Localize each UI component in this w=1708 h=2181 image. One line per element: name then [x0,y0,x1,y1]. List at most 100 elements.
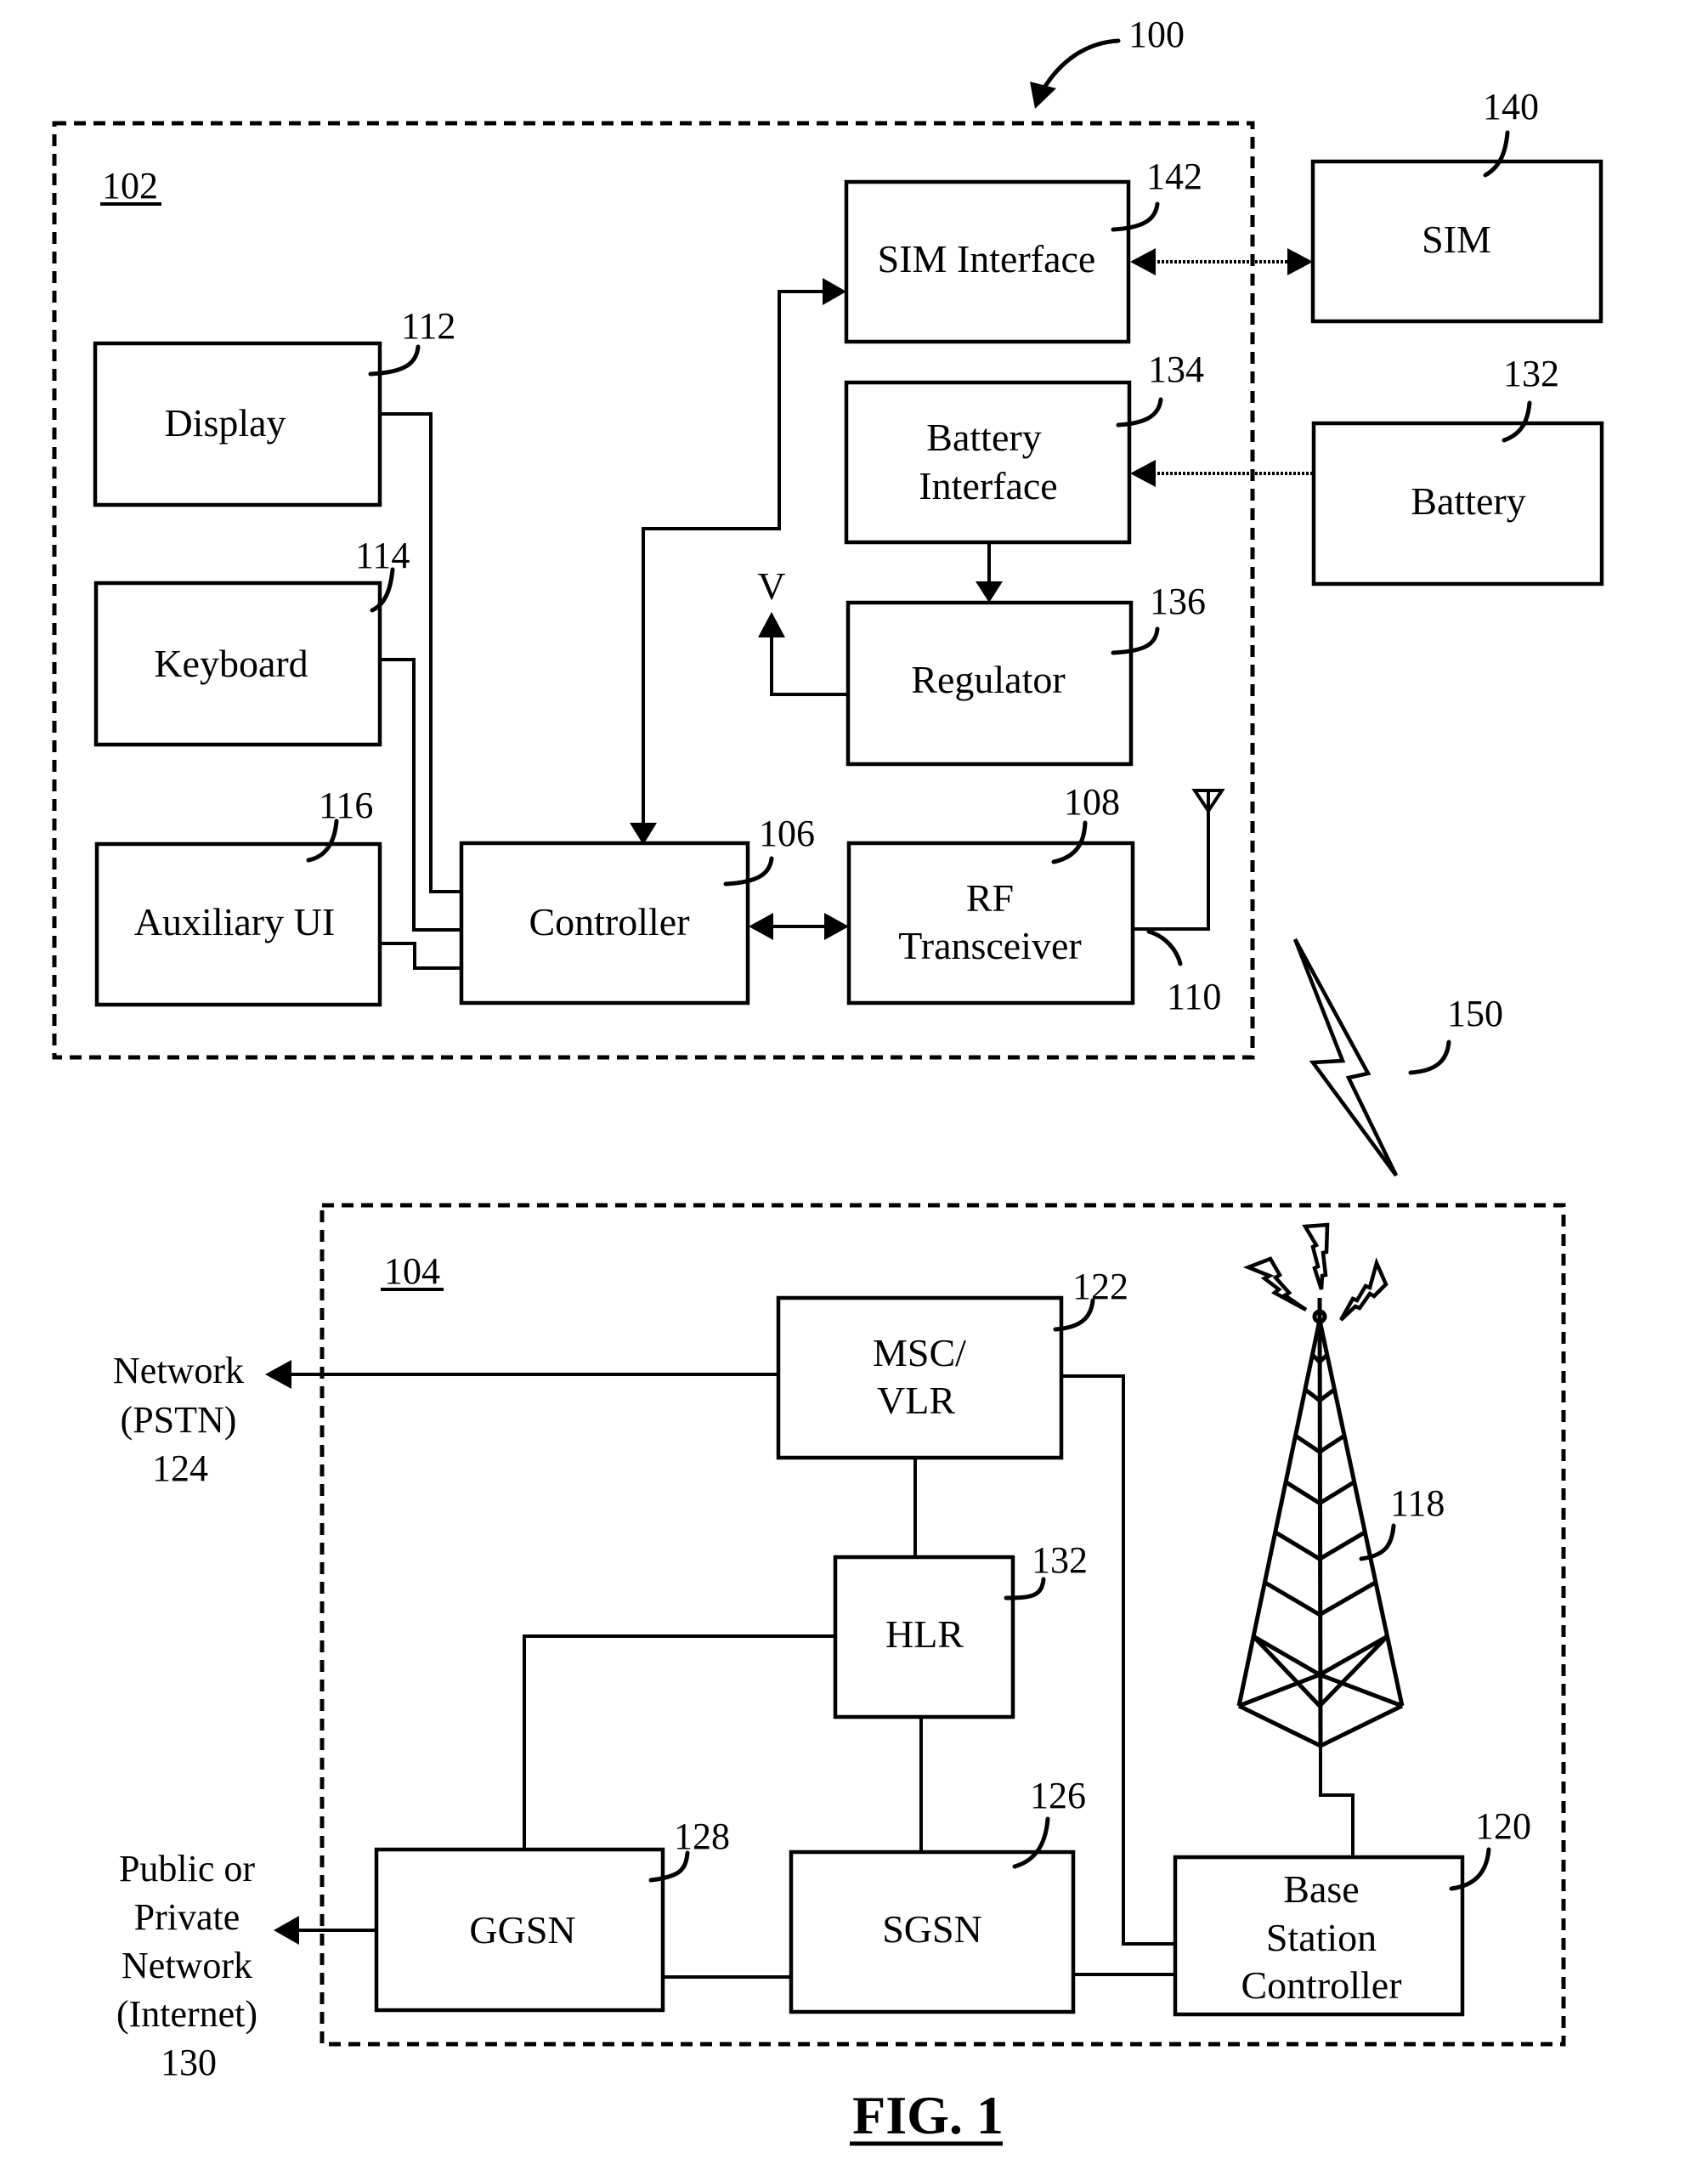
sim-interface-label: SIM Interface [878,237,1096,280]
wireless-link-ref-leader [1408,1040,1451,1075]
msc-vlr-label-line-2: VLR [877,1379,955,1422]
signal-bolt-left-icon [1242,1256,1308,1311]
bsc-label-line-1: Base [1283,1867,1359,1911]
bus-144 [642,290,829,829]
sim-block: SIM 140 [1310,86,1603,324]
mobile-device-ref: 102 [102,165,158,207]
regulator-block: Regulator 136 [846,581,1206,767]
wire-msc-bsc [1061,1374,1175,1946]
internet-label-line-4: (Internet) [116,1993,257,2035]
sgsn-label: SGSN [882,1907,982,1951]
controller-block: 106 Controller 106 [459,813,815,1006]
rf-transceiver-block: RF Transceiver 108 110 [846,781,1221,1017]
wire-tower-bsc [1319,1746,1355,1857]
rf-transceiver-box [846,841,1135,1006]
arrowhead-batteryif [1130,460,1156,487]
bsc-label-line-2: Station [1266,1916,1377,1959]
battery-interface-ref: 134 [1148,348,1204,390]
arrowhead-sim [1287,248,1313,275]
msc-vlr-box [776,1295,1064,1460]
wire-display-controller [380,412,461,893]
sgsn-block: SGSN 126 [789,1775,1086,2014]
sim-interface-block: SIM Interface 142 [844,156,1202,344]
internet-label-line-5: 130 [161,2042,217,2083]
system-ref-100: 100 [1030,14,1185,109]
system-ref-arrowhead [1030,82,1056,109]
arrowhead-rf [824,913,849,940]
internet-label-line-1: Public or [119,1848,255,1889]
ggsn-label: GGSN [469,1908,575,1952]
hlr-ref: 132 [1032,1539,1088,1581]
battery-label: Battery [1411,479,1525,523]
keyboard-block: Keyboard 114 [93,535,410,747]
wire-auxui-controller [380,942,461,970]
arrowhead-controller [749,913,773,940]
bsc-label-line-3: Controller [1241,1963,1401,2007]
regulator-output-label: V [757,564,785,608]
internet-label-line-3: Network [122,1945,252,1986]
signal-bolt-top-icon [1302,1222,1330,1290]
rf-transceiver-ref: 108 [1064,781,1120,823]
internet-label-line-2: Private [134,1896,240,1938]
antenna-ref: 110 [1167,976,1221,1017]
battery-interface-label-line-1: Battery [926,416,1041,459]
controller-ref: 106 [759,813,815,854]
rf-transceiver-label-line-1: RF [966,876,1014,920]
tower-center-mast [1317,1297,1323,1747]
wireless-link: 150 [1292,938,1503,1177]
arrowhead-siminterface [1130,248,1156,275]
tower-ref: 118 [1390,1482,1445,1524]
regulator-ref: 136 [1150,581,1206,622]
figure-caption: FIG. 1 [852,2085,1004,2145]
msc-vlr-label-line-1: MSC/ [873,1331,966,1374]
sim-label: SIM [1422,218,1491,261]
arrowhead-pstn [265,1360,291,1389]
battery-interface-box [844,380,1132,545]
ref-100: 100 [1128,14,1185,55]
arrowhead-regulator [976,581,1003,603]
battery-interface-block: Battery Interface 134 [844,348,1204,545]
lightning-bolt-icon [1292,938,1399,1177]
display-block: Display 112 [93,305,455,507]
tower-left-leg [1236,1319,1322,1707]
wireless-link-ref: 150 [1447,993,1503,1034]
auxiliary-ui-block: Auxiliary UI 116 [94,785,382,1007]
sim-interface-ref: 142 [1146,156,1202,197]
msc-vlr-block: MSC/ VLR 122 [776,1266,1128,1460]
pstn-label-line-3: 124 [152,1447,208,1489]
display-ref: 112 [401,305,455,347]
antenna-icon [1191,789,1225,814]
keyboard-label: Keyboard [154,642,308,685]
wire-rf-antenna [1133,809,1210,931]
ggsn-ref: 128 [674,1816,730,1857]
auxiliary-ui-ref: 116 [319,785,373,826]
wire-keyboard-controller [380,658,461,932]
battery-block: Battery 132 [1311,353,1604,586]
display-label: Display [164,401,286,445]
arrowhead-v [758,612,785,637]
hlr-block: HLR 132 [833,1539,1088,1719]
msc-vlr-ref: 122 [1072,1266,1128,1307]
antenna-ref-leader [1146,929,1183,966]
auxiliary-ui-label: Auxiliary UI [134,900,335,943]
rf-transceiver-label-line-2: Transceiver [898,924,1081,967]
keyboard-ref: 114 [355,535,410,576]
wire-regulator-v [770,631,848,696]
pstn-label-line-1: Network [113,1350,244,1391]
sim-ref: 140 [1483,86,1539,127]
sgsn-ref: 126 [1030,1775,1086,1816]
hlr-label: HLR [885,1612,964,1656]
base-station-tower-icon [1236,1222,1405,1748]
battery-interface-label-line-2: Interface [919,464,1057,507]
network-ref: 104 [384,1250,440,1292]
arrowhead-internet [274,1916,299,1945]
bus-arrowhead-sim-interface [823,278,846,305]
bsc-ref: 120 [1475,1805,1531,1847]
system-ref-arrow [1039,38,1121,94]
signal-bolt-right-icon [1339,1257,1388,1322]
block-diagram: 100 102 V Display 112 Keyboard 114 Auxil… [52,14,1604,2146]
controller-label-text: Controller [529,900,689,943]
regulator-label: Regulator [911,658,1065,701]
pstn-label: Network (PSTN) 124 [113,1350,244,1489]
ggsn-block: GGSN 128 [374,1816,730,2013]
